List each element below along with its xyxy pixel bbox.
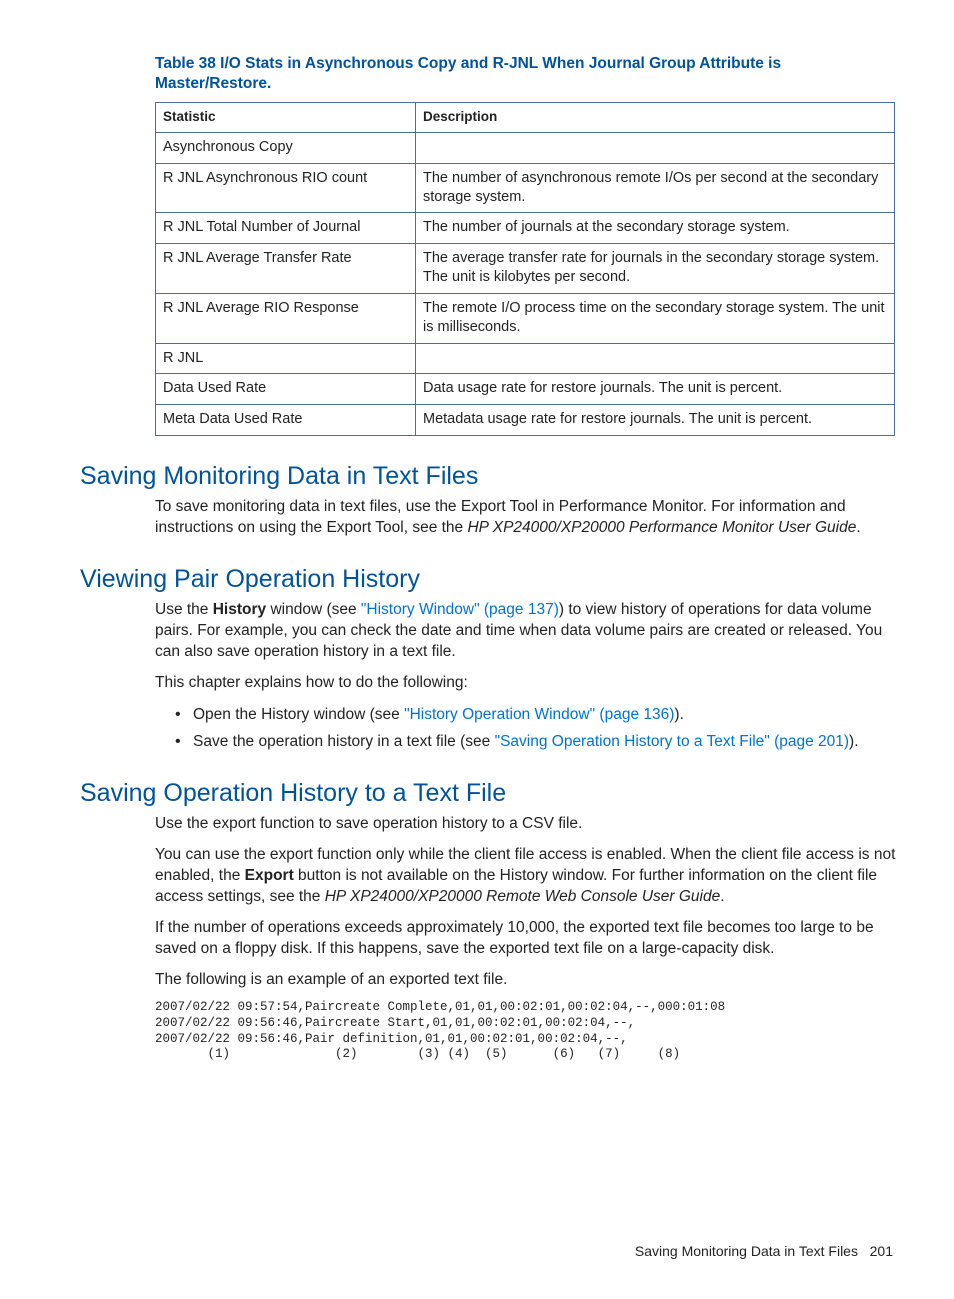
io-stats-table: Statistic Description Asynchronous Copy … <box>155 102 895 436</box>
table-header-description: Description <box>416 103 895 133</box>
table-row: R JNL Total Number of JournalThe number … <box>156 213 895 244</box>
cell <box>416 132 895 163</box>
link-history-window[interactable]: "History Window" (page 137) <box>361 601 559 618</box>
list-item: Open the History window (see "History Op… <box>175 704 898 726</box>
code-sample: 2007/02/22 09:57:54,Paircreate Complete,… <box>155 1000 898 1063</box>
cell: R JNL Total Number of Journal <box>156 213 416 244</box>
link-history-operation-window[interactable]: "History Operation Window" (page 136) <box>404 706 674 723</box>
paragraph: This chapter explains how to do the foll… <box>155 673 898 694</box>
footer-page-number: 201 <box>870 1243 893 1259</box>
table-row: R JNL Asynchronous RIO countThe number o… <box>156 163 895 213</box>
cell: R JNL <box>156 343 416 374</box>
paragraph: If the number of operations exceeds appr… <box>155 918 898 960</box>
table-header-statistic: Statistic <box>156 103 416 133</box>
table-row: Asynchronous Copy <box>156 132 895 163</box>
cell: Meta Data Used Rate <box>156 405 416 436</box>
table-row: R JNL <box>156 343 895 374</box>
cell: Data usage rate for restore journals. Th… <box>416 374 895 405</box>
cell: The average transfer rate for journals i… <box>416 244 895 294</box>
text: Save the operation history in a text fil… <box>193 733 495 750</box>
heading-viewing-pair-operation-history: Viewing Pair Operation History <box>80 565 898 594</box>
cell: The remote I/O process time on the secon… <box>416 293 895 343</box>
text: ). <box>674 706 683 723</box>
cell: R JNL Average Transfer Rate <box>156 244 416 294</box>
table-row: Meta Data Used RateMetadata usage rate f… <box>156 405 895 436</box>
doc-title-italic: HP XP24000/XP20000 Remote Web Console Us… <box>325 888 720 905</box>
table-caption: Table 38 I/O Stats in Asynchronous Copy … <box>155 54 898 94</box>
link-saving-operation-history[interactable]: "Saving Operation History to a Text File… <box>495 733 849 750</box>
heading-saving-operation-history: Saving Operation History to a Text File <box>80 779 898 808</box>
list-item: Save the operation history in a text fil… <box>175 731 898 753</box>
heading-saving-monitoring-data: Saving Monitoring Data in Text Files <box>80 462 898 491</box>
text: . <box>720 888 724 905</box>
footer-label: Saving Monitoring Data in Text Files <box>635 1243 858 1259</box>
paragraph: You can use the export function only whi… <box>155 845 898 908</box>
cell: Metadata usage rate for restore journals… <box>416 405 895 436</box>
text: Use the <box>155 601 213 618</box>
text: . <box>856 519 860 536</box>
cell: The number of journals at the secondary … <box>416 213 895 244</box>
table-row: R JNL Average Transfer RateThe average t… <box>156 244 895 294</box>
cell: The number of asynchronous remote I/Os p… <box>416 163 895 213</box>
bullet-list: Open the History window (see "History Op… <box>175 704 898 753</box>
bold-text: Export <box>245 867 294 884</box>
paragraph: To save monitoring data in text files, u… <box>155 497 898 539</box>
text: window (see <box>266 601 361 618</box>
cell <box>416 343 895 374</box>
table-row: Data Used RateData usage rate for restor… <box>156 374 895 405</box>
cell: R JNL Average RIO Response <box>156 293 416 343</box>
doc-title-italic: HP XP24000/XP20000 Performance Monitor U… <box>467 519 856 536</box>
cell: R JNL Asynchronous RIO count <box>156 163 416 213</box>
text: ). <box>849 733 858 750</box>
table-row: R JNL Average RIO ResponseThe remote I/O… <box>156 293 895 343</box>
text: Open the History window (see <box>193 706 404 723</box>
page-footer: Saving Monitoring Data in Text Files 201 <box>80 1243 898 1259</box>
paragraph: Use the History window (see "History Win… <box>155 600 898 663</box>
paragraph: The following is an example of an export… <box>155 970 898 991</box>
cell: Asynchronous Copy <box>156 132 416 163</box>
cell: Data Used Rate <box>156 374 416 405</box>
bold-text: History <box>213 601 266 618</box>
paragraph: Use the export function to save operatio… <box>155 814 898 835</box>
